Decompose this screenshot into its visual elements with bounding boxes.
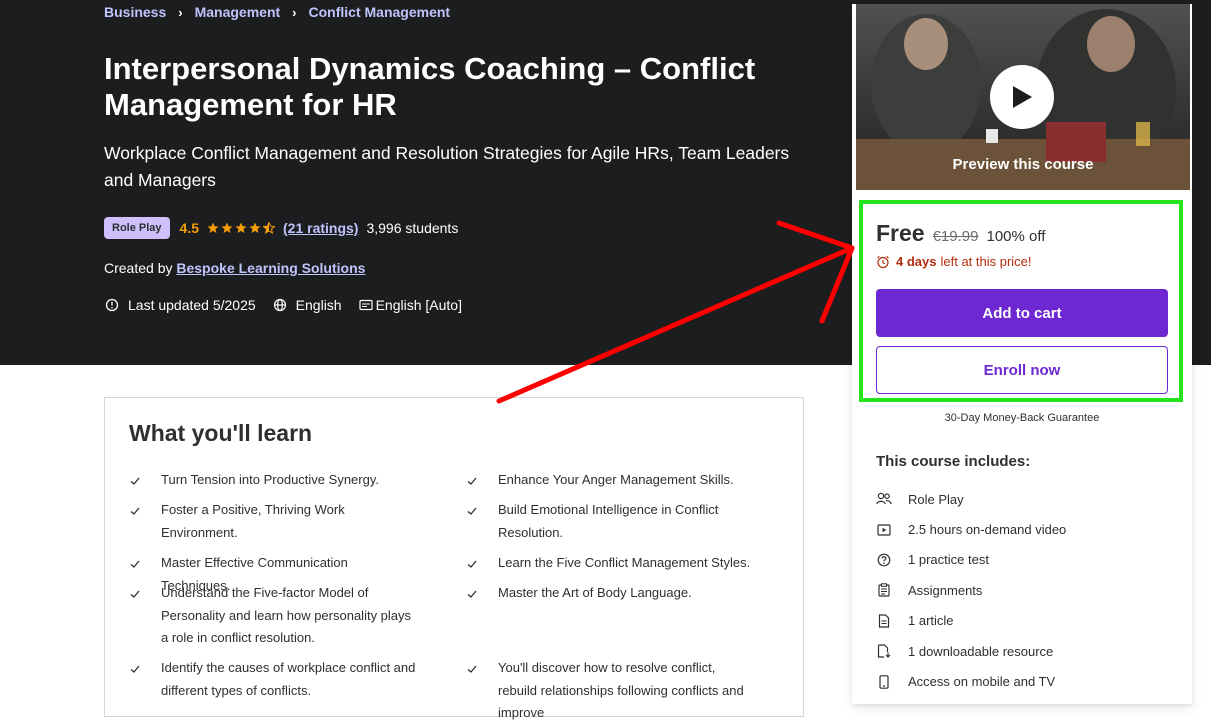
includes-item-label: Assignments <box>908 582 983 598</box>
chevron-right-icon: › <box>292 4 297 20</box>
learn-item: Foster a Positive, Thriving Work Environ… <box>129 499 419 544</box>
includes-item: 1 article <box>876 606 1176 636</box>
clipboard-icon <box>876 582 892 598</box>
breadcrumb-conflict-management[interactable]: Conflict Management <box>309 4 451 20</box>
course-preview[interactable]: Preview this course <box>856 4 1190 190</box>
learn-item-text: Foster a Positive, Thriving Work Environ… <box>161 502 345 540</box>
check-icon <box>466 582 482 608</box>
globe-icon <box>272 297 288 313</box>
preview-label: Preview this course <box>952 156 1094 173</box>
breadcrumb-business[interactable]: Business <box>104 4 166 20</box>
last-updated-text: Last updated 5/2025 <box>128 297 256 313</box>
learn-item: Turn Tension into Productive Synergy. <box>129 469 419 495</box>
what-you-will-learn: What you'll learn Turn Tension into Prod… <box>104 397 804 720</box>
captions-text: English [Auto] <box>375 297 462 313</box>
captions-icon <box>358 297 374 313</box>
created-by-label: Created by <box>104 260 173 276</box>
alert-badge-icon <box>104 297 120 313</box>
mobile-icon <box>876 674 892 690</box>
check-icon <box>129 657 145 702</box>
check-icon <box>466 657 482 725</box>
play-icon <box>1013 86 1032 108</box>
star-rating <box>207 222 275 234</box>
created-by: Created by Bespoke Learning Solutions <box>104 260 365 276</box>
star-icon <box>249 222 261 233</box>
star-icon <box>221 222 233 233</box>
includes-item-label: 1 downloadable resource <box>908 643 1054 659</box>
includes-item: Role Play <box>876 484 1176 514</box>
includes-item-label: Role Play <box>908 491 964 507</box>
chevron-right-icon: › <box>178 4 183 20</box>
check-icon <box>466 469 482 495</box>
includes-item-label: Access on mobile and TV <box>908 674 1056 690</box>
learn-item-text: You'll discover how to resolve conflict,… <box>498 660 744 720</box>
learn-item-text: Turn Tension into Productive Synergy. <box>161 472 379 487</box>
star-icon <box>235 222 247 233</box>
includes-title: This course includes: <box>876 453 1031 470</box>
money-back-guarantee: 30-Day Money-Back Guarantee <box>944 412 1100 424</box>
breadcrumb-management[interactable]: Management <box>195 4 281 20</box>
course-subtitle: Workplace Conflict Management and Resolu… <box>104 143 790 190</box>
breadcrumb: Business › Management › Conflict Managem… <box>104 4 450 20</box>
includes-item: Access on mobile and TV <box>876 666 1176 696</box>
captions: English [Auto] <box>358 297 462 313</box>
includes-item-label: 1 practice test <box>908 552 989 568</box>
learn-item: Build Emotional Intelligence in Conflict… <box>466 499 756 544</box>
course-info-row: Last updated 5/2025 English English [Aut… <box>104 297 478 313</box>
learn-item-text: Understand the Five-factor Model of Pers… <box>161 585 412 645</box>
check-icon <box>129 499 145 544</box>
ratings-count-link[interactable]: (21 ratings) <box>283 220 358 236</box>
learn-item-text: Master the Art of Body Language. <box>498 585 692 600</box>
video-icon <box>876 522 892 538</box>
help-circle-icon <box>876 552 892 568</box>
learn-item-text: Build Emotional Intelligence in Conflict… <box>498 502 719 540</box>
check-icon <box>129 469 145 495</box>
includes-item: 2.5 hours on-demand video <box>876 514 1176 544</box>
author-link[interactable]: Bespoke Learning Solutions <box>176 260 365 276</box>
half-star-icon <box>263 222 275 234</box>
play-button[interactable] <box>990 65 1054 129</box>
students-count: 3,996 students <box>366 220 459 236</box>
users-icon <box>876 491 892 507</box>
language-text: English <box>295 297 342 313</box>
learn-item: Understand the Five-factor Model of Pers… <box>129 582 419 650</box>
check-icon <box>129 582 145 650</box>
star-icon <box>207 222 219 233</box>
includes-item-label: 1 article <box>908 613 954 629</box>
includes-item: 1 practice test <box>876 545 1176 575</box>
check-icon <box>466 499 482 544</box>
learn-item-text: Identify the causes of workplace conflic… <box>161 660 416 698</box>
course-title: Interpersonal Dynamics Coaching – Confli… <box>104 51 756 122</box>
file-icon <box>876 613 892 629</box>
learn-title: What you'll learn <box>129 420 313 446</box>
includes-list: Role Play 2.5 hours on-demand video 1 pr… <box>876 484 1176 697</box>
includes-item: Assignments <box>876 575 1176 605</box>
learn-item-text: Enhance Your Anger Management Skills. <box>498 472 734 487</box>
includes-item-label: 2.5 hours on-demand video <box>908 522 1067 538</box>
check-icon <box>466 552 482 578</box>
rating-value: 4.5 <box>179 220 199 236</box>
last-updated: Last updated 5/2025 <box>104 297 256 313</box>
learn-item: Master the Art of Body Language. <box>466 582 756 608</box>
learn-item-text: Learn the Five Conflict Management Style… <box>498 555 751 570</box>
rating-row: Role Play 4.5 (21 ratings) 3,996 student… <box>104 217 458 239</box>
role-play-badge: Role Play <box>104 217 170 239</box>
language: English <box>272 297 342 313</box>
learn-item: Learn the Five Conflict Management Style… <box>466 552 756 578</box>
learn-item: Identify the causes of workplace conflic… <box>129 657 419 702</box>
highlight-box <box>859 200 1183 402</box>
learn-item: You'll discover how to resolve conflict,… <box>466 657 756 725</box>
learn-item: Enhance Your Anger Management Skills. <box>466 469 756 495</box>
includes-item: 1 downloadable resource <box>876 636 1176 666</box>
download-icon <box>876 643 892 659</box>
